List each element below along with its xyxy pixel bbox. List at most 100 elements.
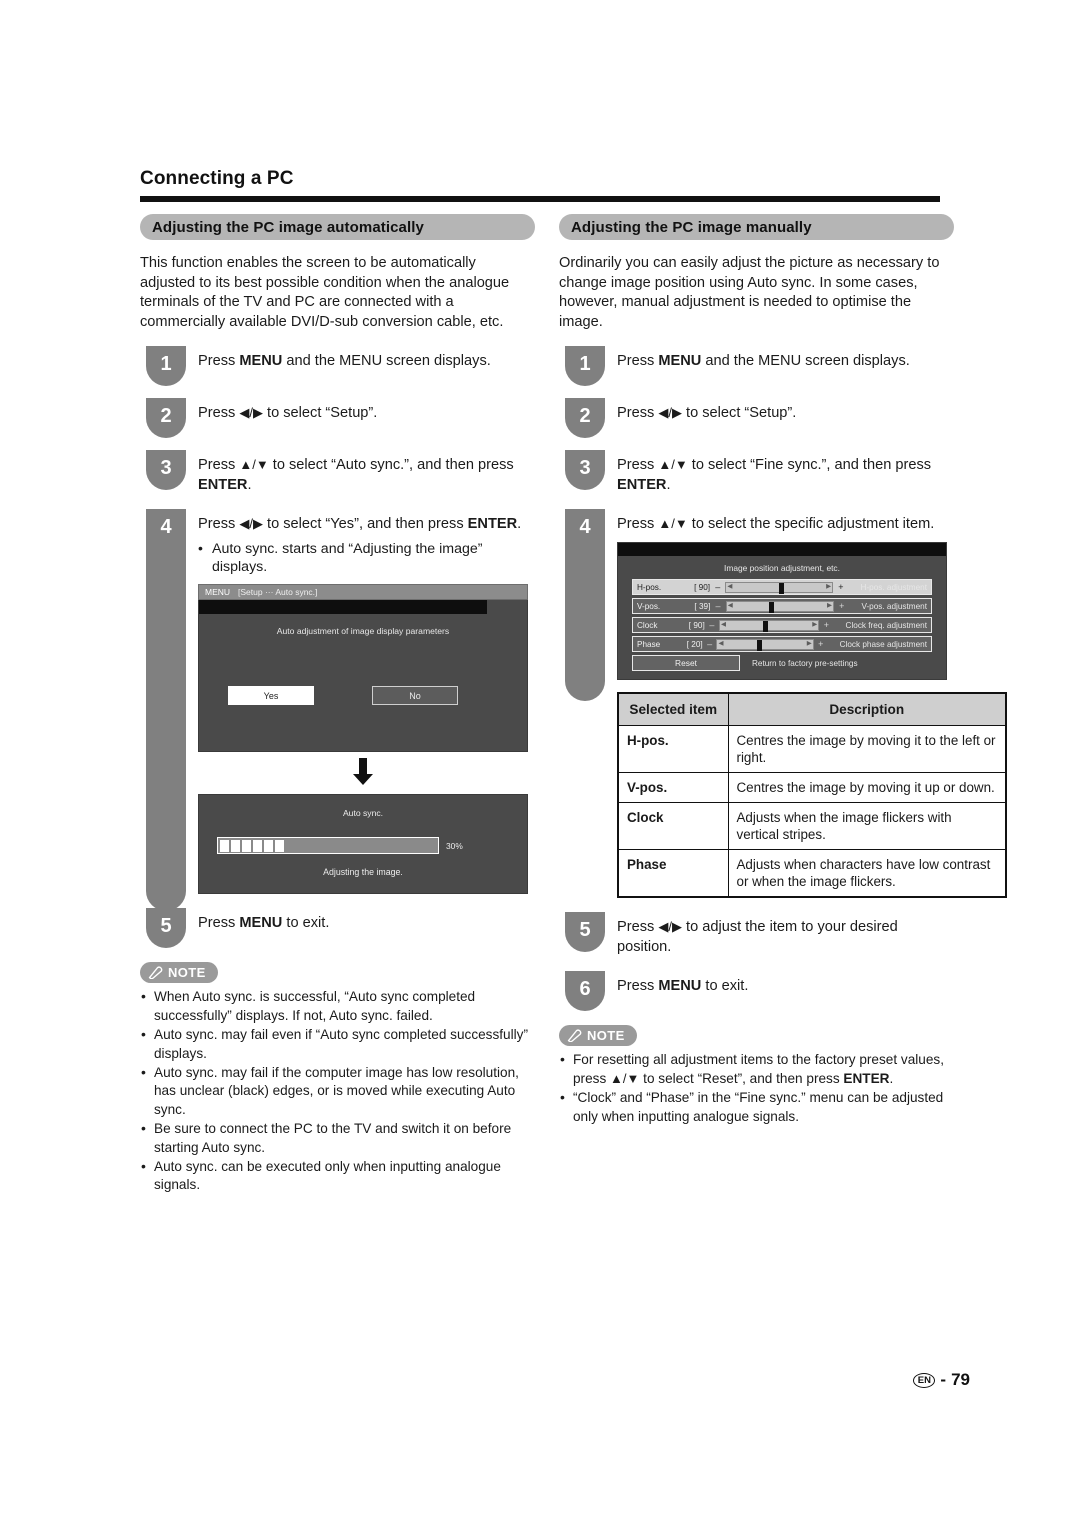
step-instruction: Press ▲/▼ to select “Fine sync.”, and th… xyxy=(617,450,954,495)
plus-sign-icon[interactable]: + xyxy=(833,582,848,592)
osd-row-clock[interactable]: Clock [ 90] – ◀ ▶ + Clock freq. adjustme… xyxy=(632,617,932,634)
right-column: Adjusting the PC image manually Ordinari… xyxy=(559,214,1007,1126)
language-badge: EN xyxy=(913,1372,936,1388)
slider-right-arrow-icon: ▶ xyxy=(812,621,818,629)
left-right-arrows-icon: ◀/▶ xyxy=(658,919,682,935)
step-3-manual: 3 Press ▲/▼ to select “Fine sync.”, and … xyxy=(559,450,954,495)
osd-yes-button[interactable]: Yes xyxy=(228,686,314,706)
page-title: Connecting a PC xyxy=(140,168,294,189)
osd-row-label: Clock xyxy=(637,620,658,630)
slider-thumb[interactable] xyxy=(769,601,775,613)
progress-segment xyxy=(230,839,240,852)
osd-adjust-title: Image position adjustment, etc. xyxy=(724,563,840,574)
plus-sign-icon[interactable]: + xyxy=(819,620,833,630)
step-instruction: Press ◀/▶ to select “Setup”. xyxy=(617,398,954,423)
up-down-arrows-icon: ▲/▼ xyxy=(658,457,688,473)
osd-reset-description: Return to factory pre-settings xyxy=(752,658,858,668)
up-down-arrows-icon: ▲/▼ xyxy=(239,457,269,473)
plus-sign-icon[interactable]: + xyxy=(834,601,849,611)
step-instruction: Press ◀/▶ to select “Setup”. xyxy=(198,398,535,423)
step-2-manual: 2 Press ◀/▶ to select “Setup”. xyxy=(559,398,954,439)
step-text-part: to select “Yes”, and then press xyxy=(262,516,468,533)
table-row: H-pos. Centres the image by moving it to… xyxy=(617,725,1007,774)
minus-sign-icon[interactable]: – xyxy=(705,620,719,630)
osd-black-strip xyxy=(199,600,487,615)
plus-sign-icon[interactable]: + xyxy=(814,639,828,649)
step-number-badge: 1 xyxy=(146,346,186,387)
step-text-part: Press xyxy=(198,353,240,370)
section-heading-auto: Adjusting the PC image automatically xyxy=(140,214,535,240)
progress-segment xyxy=(274,839,284,852)
note-key-enter: ENTER xyxy=(843,1070,890,1086)
osd-row-label: V-pos. xyxy=(637,601,661,611)
slider-left-arrow-icon: ◀ xyxy=(718,640,724,648)
osd-no-button[interactable]: No xyxy=(372,686,458,706)
osd-row-hpos[interactable]: H-pos. [ 90] – ◀ ▶ + H-pos. adjustment xyxy=(632,579,932,596)
osd-slider-phase[interactable]: ◀ ▶ xyxy=(716,638,814,651)
note-list-left: When Auto sync. is successful, “Auto syn… xyxy=(140,987,535,1194)
step-text-part: to exit. xyxy=(701,978,749,995)
table-cell-item: H-pos. xyxy=(617,725,729,774)
footer-separator: - xyxy=(940,1370,947,1389)
note-item: Auto sync. may fail if the computer imag… xyxy=(140,1063,535,1119)
osd-row-value: [ 20] xyxy=(686,639,703,649)
osd-row-description: Clock freq. adjustment xyxy=(845,620,927,630)
step-number-badge: 5 xyxy=(146,908,186,949)
step-instruction: Press ◀/▶ to adjust the item to your des… xyxy=(617,912,954,957)
step-text-part: to select “Setup”. xyxy=(681,405,797,422)
step-instruction: Press ◀/▶ to select “Yes”, and then pres… xyxy=(198,509,535,534)
page-footer: EN - 79 xyxy=(913,1370,970,1390)
osd-titlebar: MENU [Setup ··· Auto sync.] xyxy=(198,584,528,601)
step-key-enter: ENTER xyxy=(198,477,248,494)
osd-row-description: H-pos. adjustment xyxy=(860,582,927,592)
slider-left-arrow-icon: ◀ xyxy=(727,583,733,591)
slider-thumb[interactable] xyxy=(779,582,785,594)
osd-reset-row: Reset Return to factory pre-settings xyxy=(632,655,932,672)
osd-progress-row: 30% xyxy=(217,837,463,855)
osd-row-phase[interactable]: Phase [ 20] – ◀ ▶ + Clock phase adjustme… xyxy=(632,636,932,653)
minus-sign-icon[interactable]: – xyxy=(710,601,725,611)
table-cell-item: Clock xyxy=(617,802,729,851)
step-3-auto: 3 Press ▲/▼ to select “Auto sync.”, and … xyxy=(140,450,535,495)
step-key-enter: ENTER xyxy=(467,516,518,533)
table-header-row: Selected item Description xyxy=(617,692,1007,727)
step-4-bullet: Auto sync. starts and “Adjusting the ima… xyxy=(198,539,535,576)
osd-black-strip xyxy=(618,543,946,557)
osd-slider-vpos[interactable]: ◀ ▶ xyxy=(725,600,834,613)
step-text-part: and the MENU screen displays. xyxy=(701,353,910,370)
step-1-manual: 1 Press MENU and the MENU screen display… xyxy=(559,346,954,387)
osd-row-vpos[interactable]: V-pos. [ 39] – ◀ ▶ + V-pos. adjustment xyxy=(632,598,932,615)
osd-auto-sync-dialog: MENU [Setup ··· Auto sync.] Auto adjustm… xyxy=(198,584,528,753)
step-4-manual: 4 Press ▲/▼ to select the specific adjus… xyxy=(559,509,1007,899)
step-key-menu: MENU xyxy=(239,353,283,370)
pencil-icon xyxy=(567,1029,582,1043)
note-item: For resetting all adjustment items to th… xyxy=(559,1050,954,1088)
osd-row-description: V-pos. adjustment xyxy=(861,601,927,611)
progress-segment xyxy=(219,839,229,852)
step-number-badge: 6 xyxy=(565,971,605,1012)
progress-bar xyxy=(217,837,439,855)
minus-sign-icon[interactable]: – xyxy=(710,582,725,592)
osd-reset-button[interactable]: Reset xyxy=(632,655,740,672)
minus-sign-icon[interactable]: – xyxy=(703,639,717,649)
osd-slider-clock[interactable]: ◀ ▶ xyxy=(719,619,820,632)
step-4-auto: 4 Press ◀/▶ to select “Yes”, and then pr… xyxy=(140,509,535,912)
slider-right-arrow-icon: ▶ xyxy=(826,583,832,591)
note-badge-left: NOTE xyxy=(140,962,218,984)
table-cell-description: Adjusts when characters have low contras… xyxy=(727,849,1007,898)
slider-left-arrow-icon: ◀ xyxy=(727,602,733,610)
progress-segment xyxy=(241,839,251,852)
step-instruction: Press ▲/▼ to select “Auto sync.”, and th… xyxy=(198,450,535,495)
step-text-part: Press xyxy=(198,516,240,533)
osd-slider-hpos[interactable]: ◀ ▶ xyxy=(725,581,834,594)
title-rule xyxy=(140,196,940,202)
osd-row-description: Clock phase adjustment xyxy=(839,639,927,649)
step-key-menu: MENU xyxy=(658,353,702,370)
slider-thumb[interactable] xyxy=(763,620,769,632)
left-right-arrows-icon: ◀/▶ xyxy=(658,405,682,421)
left-column: Adjusting the PC image automatically Thi… xyxy=(140,214,535,1195)
slider-thumb[interactable] xyxy=(756,639,762,651)
note-label: NOTE xyxy=(168,965,206,981)
note-text-part: . xyxy=(889,1070,894,1086)
step-text-part: Press xyxy=(617,457,659,474)
